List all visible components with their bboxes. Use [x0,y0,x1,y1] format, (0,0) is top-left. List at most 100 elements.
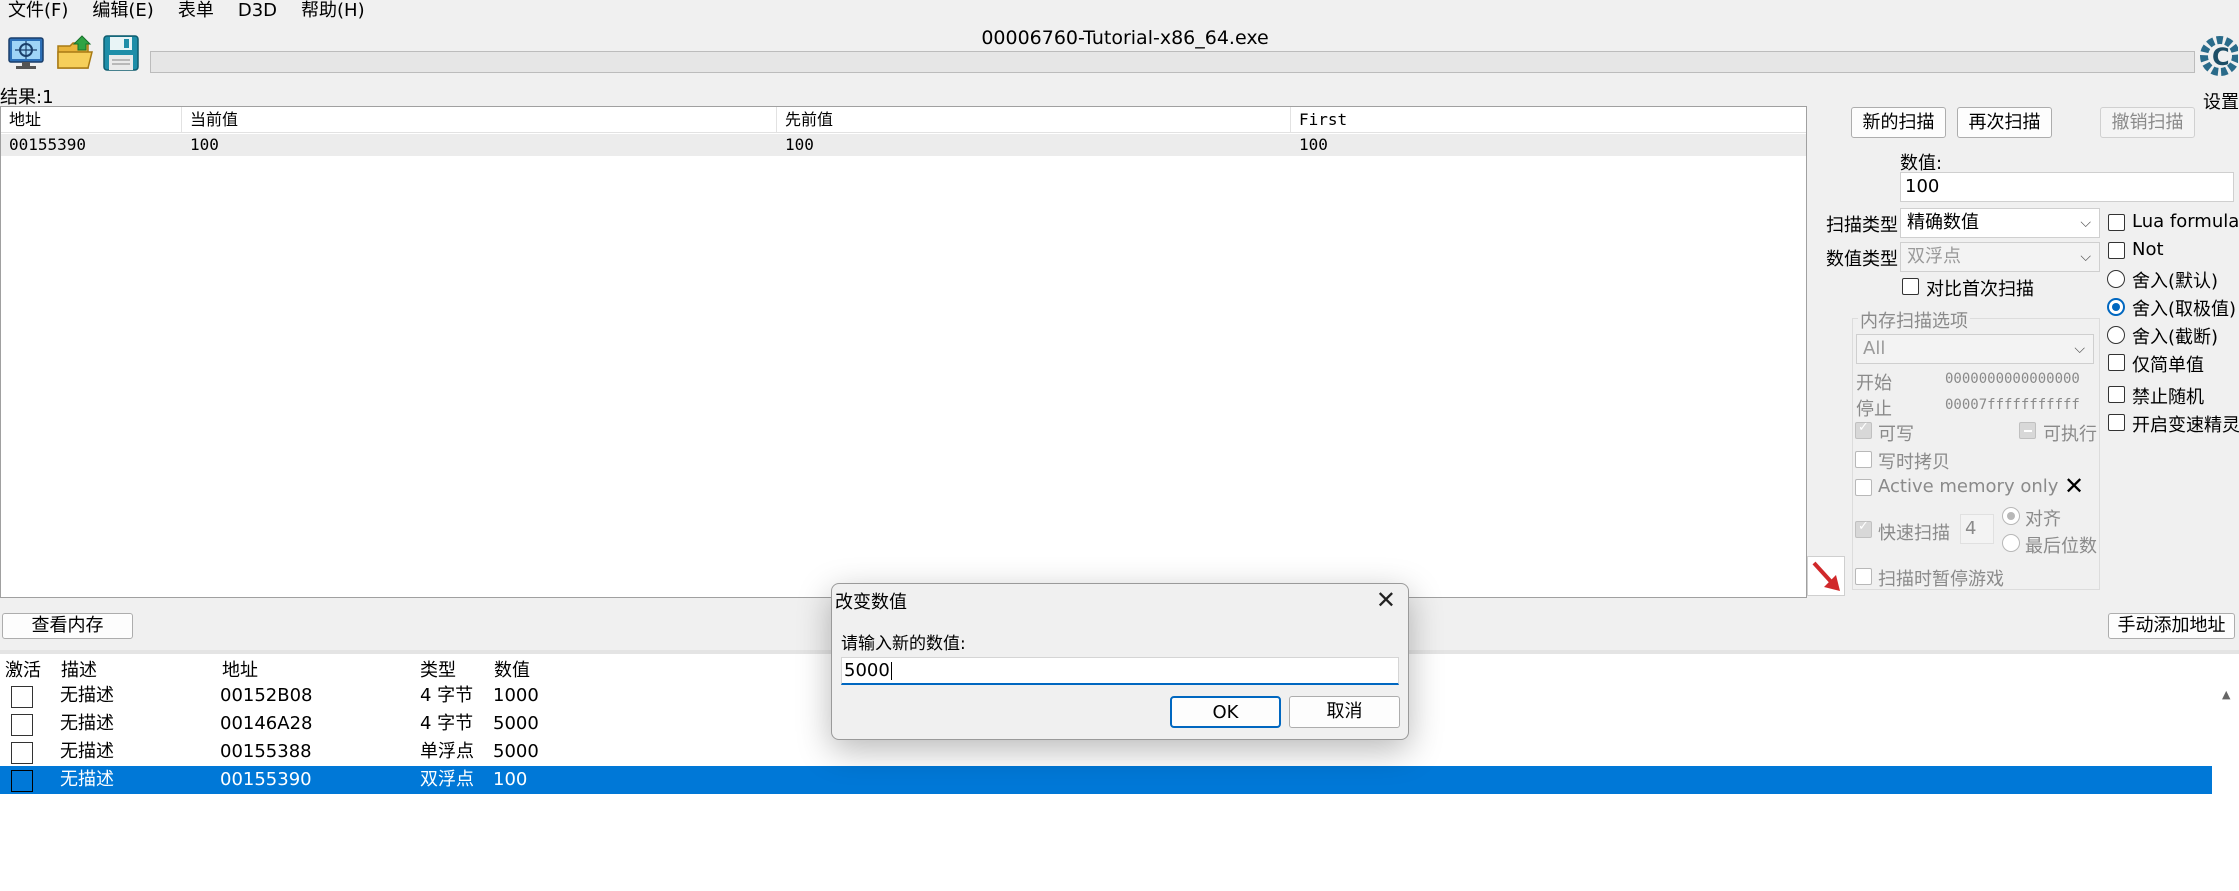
stop-label: 停止 [1856,399,1892,420]
chevron-down-icon: ⌵ [2074,341,2085,357]
scan-results-list[interactable]: 地址 当前值 先前值 First 00155390 100 100 100 [0,106,1807,598]
scan-value-input[interactable]: 100 [1900,172,2234,202]
memory-view-button[interactable]: 查看内存 [2,613,133,639]
scan-type-select[interactable]: 精确数值 ⌵ [1900,208,2100,238]
round-default-radio[interactable] [2107,270,2125,288]
memory-scan-options-title: 内存扫描选项 [1858,307,1970,333]
change-value-dialog: 改变数值 ✕ 请输入新的数值: 5000 OK 取消 [831,583,1409,740]
align-radio[interactable] [2002,507,2020,525]
address-current-value: 1000 [493,685,539,706]
next-scan-button[interactable]: 再次扫描 [1957,107,2052,138]
active-checkbox[interactable] [11,714,33,736]
address-list-scrollbar[interactable]: ▲ [2214,678,2239,891]
lua-formula-checkbox[interactable] [2108,214,2125,231]
round-truncate-label: 舍入(截断) [2132,327,2219,348]
results-row[interactable]: 00155390 100 100 100 [1,134,1806,156]
add-to-list-arrow-button[interactable] [1807,556,1845,596]
memory-region-select[interactable]: All ⌵ [1856,334,2094,364]
last-digits-radio[interactable] [2002,534,2020,552]
addr-col-value[interactable]: 数值 [494,656,530,682]
lua-formula-label: Lua formula [2132,211,2239,232]
addr-col-type[interactable]: 类型 [420,656,456,682]
copy-on-write-checkbox[interactable] [1855,451,1872,468]
text-caret [890,662,892,680]
address-row-selected[interactable]: 无描述 00155390 双浮点 100 [0,766,2212,794]
add-address-manually-button[interactable]: 手动添加地址 [2108,613,2235,639]
menu-table[interactable]: 表单 [166,0,226,24]
scan-progress-bar [150,51,2195,73]
last-digits-label: 最后位数 [2025,536,2097,557]
dialog-prompt: 请输入新的数值: [841,634,966,654]
results-col-first[interactable]: First [1291,107,1806,133]
simple-unit-checkbox[interactable] [2108,354,2125,371]
writable-checkbox[interactable] [1855,420,1872,439]
results-header: 地址 当前值 先前值 First [1,107,1806,133]
window-title: 00006760-Tutorial-x86_64.exe [981,27,1269,49]
result-address: 00155390 [9,135,87,154]
results-col-address[interactable]: 地址 [1,107,182,133]
results-col-current[interactable]: 当前值 [182,107,777,133]
fast-scan-value-input[interactable]: 4 [1960,514,1994,544]
scroll-up-icon[interactable]: ▲ [2222,688,2230,701]
active-memory-label: Active memory only [1878,476,2059,497]
writable-label: 可写 [1878,424,1914,445]
open-file-button[interactable] [55,32,97,74]
select-process-icon [8,37,44,69]
round-truncate-radio[interactable] [2107,326,2125,344]
stop-address-value[interactable]: 00007fffffffffff [1945,397,2080,413]
address-description: 无描述 [60,741,114,762]
address-value: 00152B08 [220,685,313,706]
menu-d3d[interactable]: D3D [226,0,289,24]
executable-checkbox[interactable] [2019,422,2036,439]
new-value-text: 5000 [844,660,890,681]
start-address-value[interactable]: 0000000000000000 [1945,371,2080,387]
cheat-engine-logo-icon[interactable]: C [2196,30,2239,84]
no-random-checkbox[interactable] [2108,386,2125,403]
fast-scan-checkbox[interactable] [1855,519,1872,538]
results-col-previous[interactable]: 先前值 [777,107,1291,133]
settings-label[interactable]: 设置 [2203,88,2239,114]
active-checkbox[interactable] [11,742,33,764]
menu-file[interactable]: 文件(F) [0,0,80,24]
addr-col-address[interactable]: 地址 [222,656,258,682]
align-label: 对齐 [2025,509,2061,530]
active-checkbox[interactable] [11,686,33,708]
new-value-input[interactable]: 5000 [841,657,1399,685]
speedhack-label: 开启变速精灵 [2132,415,2239,436]
new-scan-button[interactable]: 新的扫描 [1851,107,1946,138]
active-memory-checkbox[interactable] [1855,479,1872,496]
save-file-button[interactable] [100,32,142,74]
not-checkbox[interactable] [2108,242,2125,259]
compare-first-checkbox[interactable] [1902,278,1919,295]
address-row[interactable]: 无描述 00155388 单浮点 5000 [0,738,2212,766]
undo-scan-button[interactable]: 撤销扫描 [2100,107,2195,138]
result-previous-value: 100 [785,135,814,154]
address-description: 无描述 [60,713,114,734]
speedhack-checkbox[interactable] [2108,414,2125,431]
select-process-button[interactable] [5,32,47,74]
arrow-down-left-icon [1812,561,1840,591]
addr-col-active[interactable]: 激活 [5,656,41,682]
start-label: 开始 [1856,373,1892,394]
pause-game-label: 扫描时暂停游戏 [1878,569,2004,590]
address-type: 4 字节 [420,685,474,706]
open-file-icon [57,35,93,69]
menu-edit[interactable]: 编辑(E) [80,0,165,24]
round-extreme-radio[interactable] [2107,298,2125,316]
round-default-label: 舍入(默认) [2132,271,2219,292]
close-icon[interactable]: ✕ [2064,472,2084,500]
cancel-button[interactable]: 取消 [1289,696,1400,728]
ok-button[interactable]: OK [1170,696,1281,728]
menu-help[interactable]: 帮助(H) [289,0,377,24]
address-value: 00155388 [220,741,312,762]
close-icon[interactable]: ✕ [1376,586,1396,614]
address-type: 4 字节 [420,713,474,734]
active-checkbox[interactable] [11,770,33,792]
chevron-down-icon: ⌵ [2080,215,2091,231]
menu-bar: 文件(F) 编辑(E) 表单 D3D 帮助(H) [0,0,2239,24]
value-type-label: 数值类型 [1826,249,1898,270]
addr-col-description[interactable]: 描述 [61,656,97,682]
address-description: 无描述 [60,685,114,706]
value-type-select[interactable]: 双浮点 ⌵ [1900,242,2100,272]
pause-game-checkbox[interactable] [1855,568,1872,585]
